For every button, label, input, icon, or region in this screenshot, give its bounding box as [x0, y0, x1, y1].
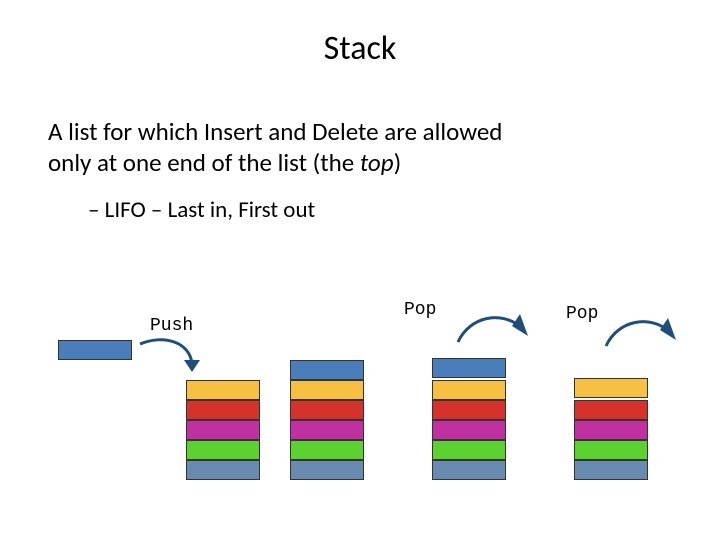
- stack-block: [574, 440, 648, 460]
- stack-block: [290, 460, 364, 480]
- definition-line2b: ): [394, 147, 402, 178]
- stack-block: [432, 380, 506, 400]
- stack-block: [574, 400, 648, 420]
- incoming-block: [58, 340, 132, 360]
- pop-arrow-2-icon: [600, 310, 680, 360]
- stack-block: [290, 420, 364, 440]
- stack-block: [432, 440, 506, 460]
- lifo-bullet: – LIFO – Last in, First out: [88, 196, 315, 224]
- stack-block: [186, 420, 260, 440]
- definition-text: A list for which Insert and Delete are a…: [48, 116, 672, 179]
- popped-block: [432, 358, 506, 378]
- definition-top-word: top: [360, 147, 394, 178]
- stack-block: [186, 460, 260, 480]
- stack-block: [432, 420, 506, 440]
- stack-block: [574, 460, 648, 480]
- popped-block: [574, 378, 648, 398]
- stack-block: [432, 460, 506, 480]
- stack-block: [186, 440, 260, 460]
- definition-line2a: only at one end of the list (the: [48, 147, 360, 178]
- stack-block: [290, 380, 364, 400]
- stack-block: [290, 360, 364, 380]
- pop-label-1: Pop: [404, 300, 436, 320]
- pop-arrow-1-icon: [452, 306, 532, 356]
- slide-title: Stack: [0, 28, 720, 69]
- stack-block: [432, 400, 506, 420]
- stack-block: [290, 400, 364, 420]
- push-arrow-icon: [134, 330, 204, 380]
- definition-line1: A list for which Insert and Delete are a…: [48, 116, 502, 147]
- pop-label-2: Pop: [566, 304, 598, 324]
- stack-block: [186, 400, 260, 420]
- stack-block: [290, 440, 364, 460]
- stack-block: [574, 420, 648, 440]
- stack-block: [186, 380, 260, 400]
